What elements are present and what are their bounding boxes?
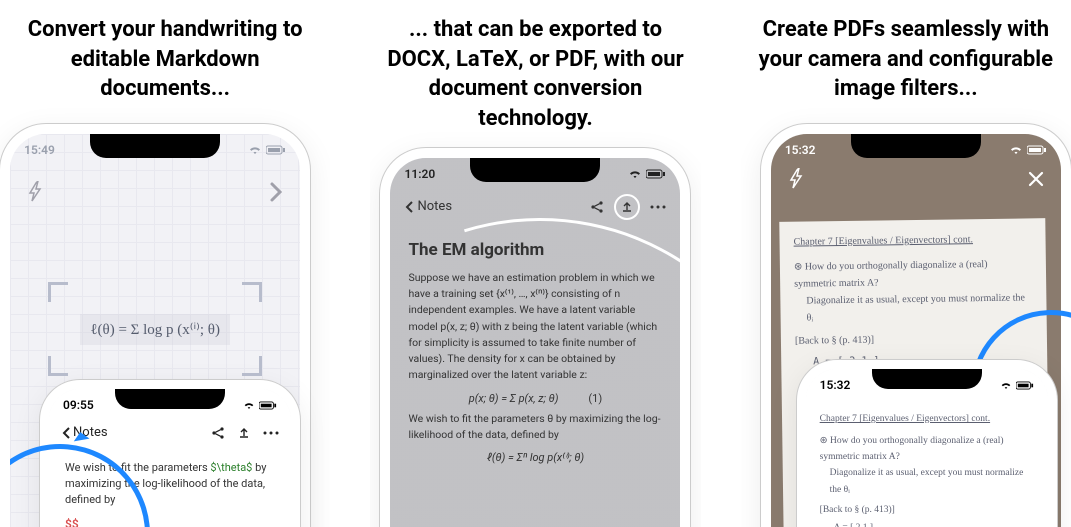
battery-icon [1027, 145, 1047, 155]
flash-icon[interactable] [26, 181, 44, 203]
paper-line-c: [Back to § (p. 413)] [820, 502, 1034, 518]
phone-small-3: 15:32 Chapter 7 [Eigenvalues / Eigenvect… [797, 360, 1057, 527]
status-time: 09:55 [63, 398, 94, 412]
status-icons [248, 145, 286, 155]
doc-para-2: We wish to fit the parameters θ by maxim… [408, 411, 662, 444]
phone-notch [872, 369, 982, 389]
wifi-icon [1000, 381, 1012, 390]
chevron-left-icon [404, 200, 414, 214]
status-icons [1009, 145, 1047, 155]
pdf-paper: Chapter 7 [Eigenvalues / Eigenvectors] c… [806, 401, 1048, 527]
status-icons [1000, 381, 1034, 390]
status-icons [628, 169, 666, 179]
pdf-screen: 15:32 Chapter 7 [Eigenvalues / Eigenvect… [806, 369, 1048, 527]
wifi-icon [1009, 145, 1023, 155]
phone-big-2: 11:20 Notes The EM algorithm [380, 148, 690, 527]
camera-topbar [771, 166, 1061, 198]
status-icons [243, 401, 277, 410]
more-icon[interactable] [263, 431, 279, 435]
phone-notch [470, 158, 600, 182]
back-button[interactable]: Notes [404, 199, 452, 214]
doc-title: The EM algorithm [408, 240, 662, 260]
upload-icon[interactable] [237, 426, 251, 440]
battery-icon [646, 169, 666, 179]
status-time: 15:32 [785, 143, 816, 157]
status-time: 15:32 [820, 378, 851, 392]
doc-body: The EM algorithm Suppose we have an esti… [390, 228, 680, 464]
wifi-icon [243, 401, 255, 410]
wifi-icon [248, 145, 262, 155]
wifi-icon [628, 169, 642, 179]
doc-content-dimmed: 11:20 Notes The EM algorithm [390, 158, 680, 527]
phone-notch [90, 134, 220, 158]
upload-icon[interactable] [614, 194, 640, 220]
screenshot-panel-2: ... that can be exported to DOCX, LaTeX,… [370, 0, 700, 527]
status-time: 11:20 [404, 167, 435, 181]
phone-small-holder-3: 15:32 Chapter 7 [Eigenvalues / Eigenvect… [797, 360, 1057, 527]
screenshot-panel-3: Create PDFs seamlessly with your camera … [741, 0, 1071, 527]
chevron-right-icon[interactable] [268, 180, 284, 204]
phone-notch [115, 389, 225, 409]
more-icon[interactable] [650, 205, 666, 209]
close-icon[interactable] [1027, 170, 1045, 188]
flash-icon[interactable] [787, 168, 805, 190]
paper-line-b: Diagonalize it as usual, except you must… [830, 465, 1034, 497]
headline-2: ... that can be exported to DOCX, LaTeX,… [370, 0, 700, 154]
back-label: Notes [417, 199, 452, 214]
scan-frame: ℓ(θ) = Σ log p (x⁽ⁱ⁾; θ) [50, 284, 260, 374]
doc-equation-1: p(x; θ) = Σ p(x, z; θ) (1) [408, 392, 662, 405]
doc-nav: Notes [390, 190, 680, 228]
paper-title: Chapter 7 [Eigenvalues / Eigenvectors] c… [793, 230, 1031, 250]
doc-equation-2: ℓ(θ) = Σⁿ log p(x⁽ⁱ⁾; θ) [408, 451, 662, 464]
screenshot-panel-1: Convert your handwriting to editable Mar… [0, 0, 330, 527]
headline-3: Create PDFs seamlessly with your camera … [741, 0, 1071, 124]
share-icon[interactable] [590, 200, 604, 214]
paper-line-b: Diagonalize it as usual, except you must… [806, 289, 1032, 326]
share-icon[interactable] [211, 426, 225, 440]
headline-1: Convert your handwriting to editable Mar… [0, 0, 330, 124]
nav-actions [590, 194, 666, 220]
battery-icon [259, 401, 277, 410]
status-time: 15:49 [24, 143, 55, 157]
nav-actions [211, 426, 279, 440]
chevron-left-icon [61, 426, 71, 440]
scanner-topbar [10, 172, 300, 212]
paper-line-a: ⊛ How do you orthogonally diagonalize a … [794, 255, 1032, 292]
handwriting-sample: ℓ(θ) = Σ log p (x⁽ⁱ⁾; θ) [80, 314, 230, 345]
phone-notch [851, 134, 981, 158]
paper-matrix-1: A = [ 2 1 ] [834, 520, 1034, 527]
paper-line-a: ⊛ How do you orthogonally diagonalize a … [820, 433, 1034, 465]
doc-para-1: Suppose we have an estimation problem in… [408, 270, 662, 384]
battery-icon [266, 145, 286, 155]
paper-title: Chapter 7 [Eigenvalues / Eigenvectors] c… [820, 411, 1034, 427]
battery-icon [1016, 381, 1034, 390]
